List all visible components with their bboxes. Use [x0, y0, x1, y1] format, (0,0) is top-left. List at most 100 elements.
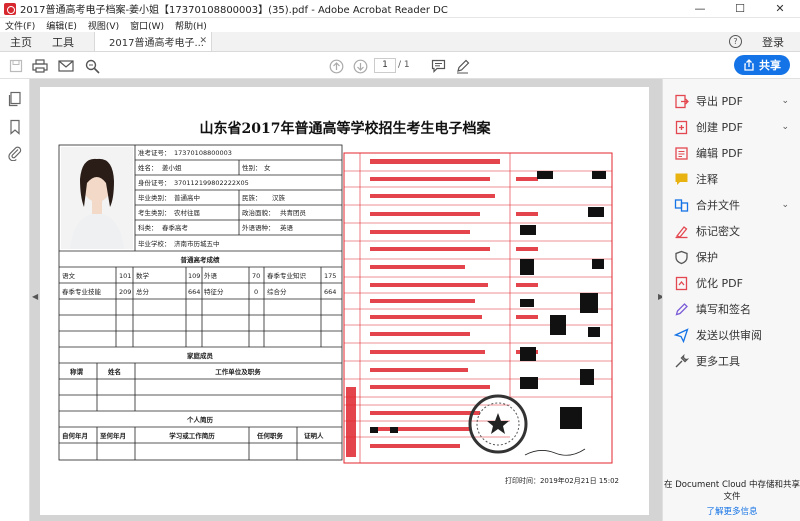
- tool-create-pdf[interactable]: 创建 PDF ⌄: [673, 116, 795, 138]
- collapse-left-panel-icon[interactable]: ◀: [32, 292, 38, 301]
- document-cloud-promo: 在 Document Cloud 中存储和共享文件: [664, 480, 800, 502]
- score-cell: 0: [254, 288, 258, 296]
- pdf-page: 山东省2017年普通高等学校招生考生电子档案 准考证号： 17370108800…: [40, 87, 649, 515]
- scores-title: 普通高考成绩: [181, 255, 221, 264]
- score-cell: 特征分: [204, 287, 224, 296]
- tool-fill-sign[interactable]: 填写和签名: [673, 298, 795, 320]
- tool-more-tools[interactable]: 更多工具: [673, 350, 795, 372]
- gender-value: 女: [264, 163, 271, 172]
- political-status-label: 政治面貌：: [242, 208, 275, 217]
- resume-header: 学习或工作简历: [169, 431, 215, 440]
- document-title: 山东省2017年普通高等学校招生考生电子档案: [200, 120, 492, 137]
- create-pdf-icon: [673, 119, 689, 135]
- page-number-input[interactable]: 1: [374, 58, 396, 73]
- score-cell: 外语: [204, 271, 218, 280]
- tool-label: 填写和签名: [696, 303, 751, 316]
- ethnicity-value: 汉族: [272, 193, 286, 202]
- share-button[interactable]: 共享: [734, 55, 790, 75]
- menu-file[interactable]: 文件(F): [5, 19, 35, 32]
- document-viewport[interactable]: 山东省2017年普通高等学校招生考生电子档案 准考证号： 17370108800…: [30, 79, 662, 521]
- menu-bar: 文件(F) 编辑(E) 视图(V) 窗口(W) 帮助(H): [0, 18, 800, 32]
- learn-more-link[interactable]: 了解更多信息: [663, 505, 800, 517]
- close-tab-icon[interactable]: ✕: [199, 36, 207, 46]
- tool-label: 发送以供审阅: [696, 329, 762, 342]
- gender-label: 性别：: [242, 163, 262, 172]
- page-thumbnails-icon[interactable]: [7, 91, 23, 107]
- send-review-icon: [673, 327, 689, 343]
- menu-view[interactable]: 视图(V): [88, 19, 119, 32]
- tool-protect[interactable]: 保护: [673, 246, 795, 268]
- family-header: 称谓: [70, 367, 84, 376]
- tool-label: 优化 PDF: [696, 277, 743, 290]
- school-value: 济南市历城五中: [174, 239, 220, 248]
- tab-tools[interactable]: 工具: [42, 32, 84, 51]
- pdf-page-content: 山东省2017年普通高等学校招生考生电子档案 准考证号： 17370108800…: [58, 120, 619, 485]
- tab-document[interactable]: 2017普通高考电子... ✕: [94, 32, 212, 51]
- print-icon[interactable]: [30, 56, 50, 76]
- tool-comment[interactable]: 注释: [673, 168, 795, 190]
- resume-header: 任何职务: [256, 431, 284, 440]
- comment-toolbar-icon[interactable]: [428, 56, 448, 76]
- bookmarks-icon[interactable]: [7, 119, 23, 135]
- graduate-type-label: 毕业类别：: [138, 193, 171, 202]
- family-header: 姓名: [107, 367, 121, 376]
- foreign-language-value: 英语: [280, 223, 294, 232]
- menu-help[interactable]: 帮助(H): [175, 19, 207, 32]
- subject-label: 科类：: [138, 223, 158, 232]
- print-time: 打印时间：2019年02月21日 15:02: [505, 476, 619, 485]
- tool-optimize-pdf[interactable]: 优化 PDF: [673, 272, 795, 294]
- score-cell: 总分: [136, 287, 150, 296]
- tool-edit-pdf[interactable]: 编辑 PDF: [673, 142, 795, 164]
- pen-icon[interactable]: [452, 56, 472, 76]
- score-cell: 数学: [136, 271, 150, 280]
- tab-bar: 主页 工具 2017普通高考电子... ✕ ? 登录: [0, 32, 800, 52]
- chevron-down-icon[interactable]: ⌄: [781, 122, 789, 132]
- tool-send-for-review[interactable]: 发送以供审阅: [673, 324, 795, 346]
- tools-pane: 导出 PDF ⌄ 创建 PDF ⌄ 编辑 PDF 注释 合并文件 ⌄ 标记密文 …: [662, 79, 800, 521]
- tool-combine-files[interactable]: 合并文件 ⌄: [673, 194, 795, 216]
- more-tools-icon: [673, 353, 689, 369]
- previous-page-icon[interactable]: [326, 56, 346, 76]
- close-button[interactable]: ✕: [760, 0, 800, 18]
- tool-export-pdf[interactable]: 导出 PDF ⌄: [673, 90, 795, 112]
- chevron-down-icon[interactable]: ⌄: [781, 96, 789, 106]
- score-cell: 春季专业知识: [267, 271, 307, 280]
- export-pdf-icon: [673, 93, 689, 109]
- zoom-search-icon[interactable]: [82, 56, 102, 76]
- attachments-icon[interactable]: [7, 145, 23, 162]
- score-cell: 175: [324, 272, 336, 280]
- menu-window[interactable]: 窗口(W): [130, 19, 164, 32]
- next-page-icon[interactable]: [350, 56, 370, 76]
- email-icon[interactable]: [56, 56, 76, 76]
- login-button[interactable]: 登录: [762, 34, 784, 50]
- edit-pdf-icon: [673, 145, 689, 161]
- resume-header: 自何年月: [62, 431, 88, 440]
- score-cell: 109: [188, 272, 200, 280]
- tool-label: 导出 PDF: [696, 95, 743, 108]
- official-stamp: [468, 394, 528, 454]
- menu-edit[interactable]: 编辑(E): [46, 19, 77, 32]
- score-cell: 70: [252, 272, 260, 280]
- comment-icon: [673, 171, 689, 187]
- score-cell: 664: [188, 288, 200, 296]
- help-icon[interactable]: ?: [729, 35, 742, 48]
- share-icon: [744, 59, 754, 71]
- save-icon[interactable]: [6, 56, 26, 76]
- redact-icon: [673, 223, 689, 239]
- tool-label: 合并文件: [696, 199, 740, 212]
- protect-icon: [673, 249, 689, 265]
- combine-icon: [673, 197, 689, 213]
- maximize-button[interactable]: ☐: [720, 0, 760, 18]
- resume-header: 证明人: [304, 431, 324, 440]
- health-exam-form: [343, 152, 613, 464]
- score-cell: 春季专业技能: [62, 287, 102, 296]
- political-status-value: 共青团员: [280, 208, 307, 217]
- candidate-type-value: 农村往届: [174, 208, 200, 217]
- tool-redact[interactable]: 标记密文: [673, 220, 795, 242]
- chevron-down-icon[interactable]: ⌄: [781, 200, 789, 210]
- share-label: 共享: [759, 59, 781, 72]
- tab-home[interactable]: 主页: [0, 32, 42, 51]
- minimize-button[interactable]: —: [680, 0, 720, 18]
- tool-label: 更多工具: [696, 355, 740, 368]
- score-cell: 综合分: [267, 287, 287, 296]
